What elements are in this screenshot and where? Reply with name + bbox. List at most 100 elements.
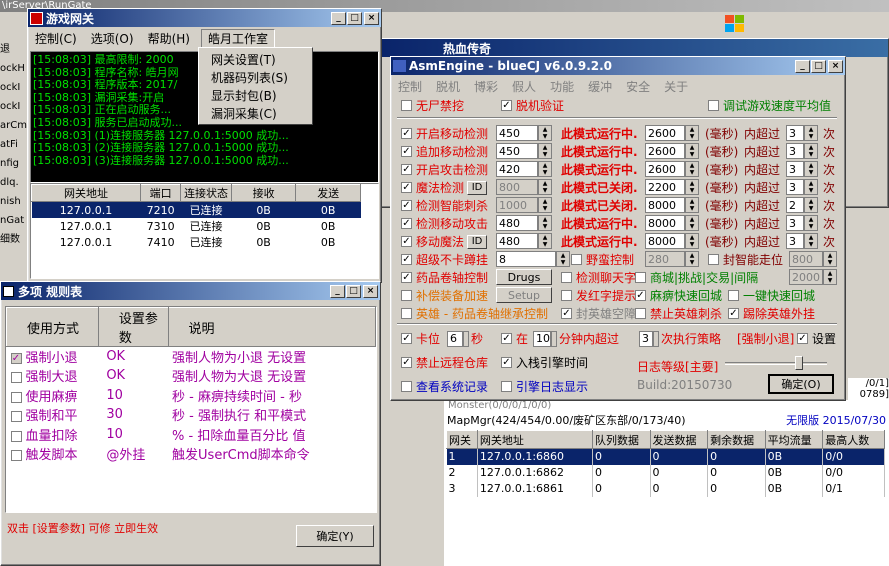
table-row[interactable]: 强制和平 30 秒 - 强制执行 和平模式 — [7, 405, 376, 425]
asm-menu-item[interactable]: 安全 — [619, 78, 657, 95]
table-row[interactable]: 127.0.0.1 7310 已连接 0B 0B — [32, 218, 361, 234]
gateway-menu-item[interactable]: 皓月工作室 — [200, 28, 275, 48]
spin-arrows-icon[interactable]: ▲ ▼ — [685, 179, 699, 195]
minimize-icon[interactable]: _ — [795, 59, 810, 73]
column-header[interactable]: 网关 — [446, 430, 478, 449]
number-input[interactable]: 8 — [496, 251, 556, 267]
dropdown-item[interactable]: 显示封包(B) — [199, 86, 312, 104]
table-row[interactable]: 1 127.0.0.1:6860 0 0 0 0B 0/0 — [446, 448, 885, 465]
number-input[interactable]: 1000 — [496, 197, 538, 213]
spin-arrows-icon[interactable]: ▲ ▼ — [538, 233, 552, 249]
rule-checkbox[interactable] — [10, 372, 22, 384]
checkbox[interactable] — [708, 254, 719, 265]
checkbox[interactable]: ✓ — [635, 290, 646, 301]
speed-debug-checkbox[interactable] — [708, 100, 719, 111]
checkbox[interactable]: ✓ — [561, 308, 572, 319]
checkbox[interactable] — [401, 290, 412, 301]
dropdown-item[interactable]: 机器码列表(S) — [199, 68, 312, 86]
rule-checkbox[interactable] — [10, 450, 22, 462]
asm-menu-item[interactable]: 缓冲 — [581, 78, 619, 95]
minimize-icon[interactable]: _ — [330, 284, 345, 298]
asm-menu-item[interactable]: 博彩 — [467, 78, 505, 95]
rule-checkbox[interactable] — [10, 391, 22, 403]
column-header[interactable]: 发送数据 — [649, 430, 709, 449]
column-header[interactable]: 队列数据 — [591, 430, 651, 449]
column-header[interactable]: 使用方式 — [6, 307, 99, 347]
checkbox[interactable] — [571, 254, 582, 265]
table-row[interactable]: 强制大退 OK 强制人物为大退 无设置 — [7, 366, 376, 386]
spin-arrows-icon[interactable]: ▲ ▼ — [804, 179, 818, 195]
checkbox[interactable] — [561, 290, 572, 301]
rule-checkbox[interactable] — [10, 430, 22, 442]
dropdown-item[interactable]: 漏洞采集(C) — [199, 104, 312, 122]
asm-title-bar[interactable]: AsmEngine - blueCJ v6.0.9.2.0 _ □ × — [391, 57, 845, 75]
gateway-connection-list[interactable]: 网关地址 端口 连接状态 接收 发送 127.0.0.1 7210 已连接 0B 0B 127.0… — [30, 183, 379, 279]
spin-arrows-icon[interactable]: ▲ ▼ — [685, 251, 699, 267]
number-input[interactable]: 3 — [786, 233, 804, 249]
spin-arrows-icon[interactable]: ▲ ▼ — [685, 233, 699, 249]
number-input[interactable]: 3 — [786, 161, 804, 177]
close-icon[interactable]: × — [364, 11, 379, 25]
table-row[interactable]: 血量扣除 10% - 扣除血量百分比 值 — [7, 425, 376, 445]
slider-thumb[interactable] — [795, 356, 803, 370]
number-input[interactable]: 2600 — [645, 143, 685, 159]
rules-title-bar[interactable]: 多项 规则表 _ □ × — [1, 282, 380, 300]
maximize-icon[interactable]: □ — [811, 59, 826, 73]
rule-checkbox[interactable] — [10, 411, 22, 423]
number-input[interactable]: 480 — [496, 215, 538, 231]
gateway-menu-item[interactable]: 控制(C) — [28, 30, 84, 47]
spin-arrows-icon[interactable]: ▲ ▼ — [685, 197, 699, 213]
rule-param[interactable]: 10 — [98, 386, 168, 406]
number-input[interactable]: 10 — [533, 330, 551, 347]
detect-checkbox[interactable]: ✓ — [401, 164, 412, 175]
number-input[interactable]: 800 — [789, 251, 823, 267]
number-input[interactable]: 8000 — [645, 215, 685, 231]
spin-arrows-icon[interactable] — [463, 330, 469, 347]
settings-checkbox[interactable]: ✓ — [797, 333, 808, 344]
number-input[interactable]: 2600 — [645, 161, 685, 177]
spin-arrows-icon[interactable]: ▲ ▼ — [804, 215, 818, 231]
checkbox[interactable]: ✓ — [401, 333, 412, 344]
checkbox[interactable]: ✓ — [501, 357, 512, 368]
detect-checkbox[interactable]: ✓ — [401, 236, 412, 247]
spin-arrows-icon[interactable]: ▲ ▼ — [538, 215, 552, 231]
number-input[interactable]: 480 — [496, 233, 538, 249]
column-header[interactable]: 连接状态 — [180, 184, 232, 202]
number-input[interactable]: 280 — [645, 251, 685, 267]
detect-checkbox[interactable]: ✓ — [401, 218, 412, 229]
rule-checkbox[interactable]: ✓ — [10, 353, 22, 364]
spin-arrows-icon[interactable]: ▲ ▼ — [804, 143, 818, 159]
column-header[interactable]: 平均流量 — [764, 430, 824, 449]
rule-param[interactable]: OK — [98, 366, 168, 386]
number-input[interactable]: 450 — [496, 125, 538, 141]
column-header[interactable]: 设置参数 — [97, 307, 169, 347]
rule-param[interactable]: @外挂 — [98, 444, 168, 464]
asm-menu-item[interactable]: 脱机 — [429, 78, 467, 95]
detect-checkbox[interactable]: ✓ — [401, 128, 412, 139]
table-row[interactable]: 2 127.0.0.1:6862 0 0 0 0B 0/0 — [446, 464, 885, 481]
table-row[interactable]: 触发脚本 @外挂 触发UserCmd脚本命令 — [7, 444, 376, 464]
table-row[interactable]: 127.0.0.1 7210 已连接 0B 0B — [31, 201, 361, 218]
spin-arrows-icon[interactable]: ▲ ▼ — [538, 143, 552, 159]
column-header[interactable]: 发送 — [295, 184, 361, 202]
asm-menu-item[interactable]: 关于 — [657, 78, 695, 95]
table-row[interactable]: 3 127.0.0.1:6861 0 0 0 0B 0/1 — [446, 480, 885, 497]
checkbox[interactable] — [728, 290, 739, 301]
checkbox[interactable] — [401, 381, 412, 392]
number-input[interactable]: 2200 — [645, 179, 685, 195]
gateway-table[interactable]: 网关 网关地址 队列数据 发送数据 剩余数据 平均流量 最高人数 1 127.0.0.1:68… — [446, 430, 885, 497]
checkbox[interactable] — [501, 381, 512, 392]
number-input[interactable]: 6 — [447, 330, 463, 347]
number-input[interactable]: 420 — [496, 161, 538, 177]
rules-ok-button[interactable]: 确定(Y) — [296, 525, 374, 547]
spin-arrows-icon[interactable]: ▲ ▼ — [804, 197, 818, 213]
spin-arrows-icon[interactable]: ▲ ▼ — [804, 233, 818, 249]
column-header[interactable]: 网关地址 — [476, 430, 593, 449]
detect-checkbox[interactable]: ✓ — [401, 200, 412, 211]
gateway-menu-item[interactable]: 选项(O) — [84, 30, 141, 47]
table-row[interactable]: 127.0.0.1 7410 已连接 0B 0B — [32, 234, 361, 250]
spin-arrows-icon[interactable]: ▲ ▼ — [685, 215, 699, 231]
spin-arrows-icon[interactable]: ▲ ▼ — [804, 125, 818, 141]
spin-arrows-icon[interactable]: ▲ ▼ — [823, 269, 837, 285]
rule-param[interactable]: OK — [98, 347, 168, 367]
